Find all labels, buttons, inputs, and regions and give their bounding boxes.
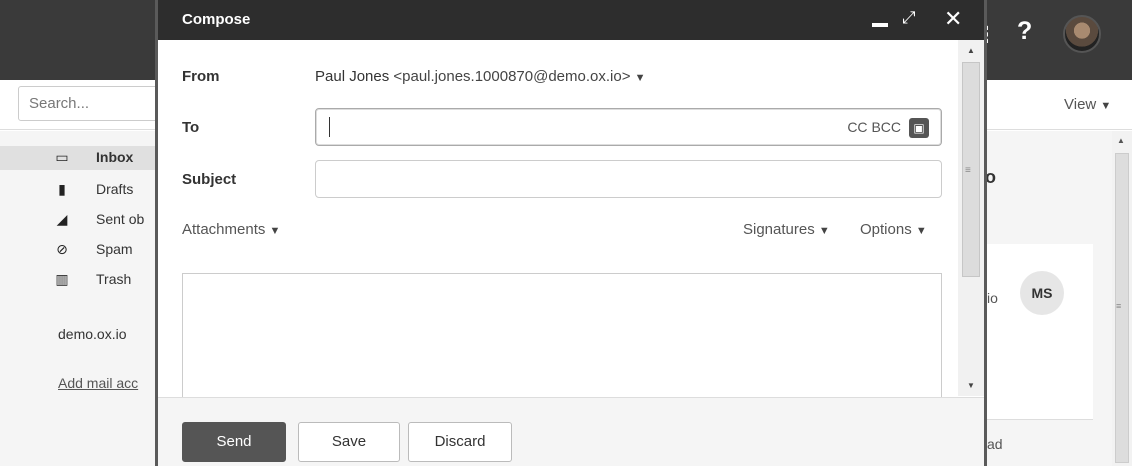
compose-window: Compose ⤢ ✕ From Paul Jones <paul.jones.… [155,0,987,466]
to-field[interactable]: CC BCC ▣ [315,108,942,146]
help-icon[interactable]: ? [1017,17,1032,46]
discard-button[interactable]: Discard [408,422,512,462]
to-label: To [182,119,200,136]
trash-icon: ▥ [55,271,69,287]
maximize-icon[interactable]: ⤢ [902,8,916,28]
sender-avatar: MS [1020,271,1064,315]
chevron-down-icon: ▼ [634,72,646,84]
from-name: Paul Jones [315,68,390,85]
compose-footer: Send Save Discard [158,397,984,466]
view-label: View [1064,96,1097,113]
send-button[interactable]: Send [182,422,286,462]
grip-icon: ≡ [1116,301,1122,311]
minimize-icon[interactable] [872,23,888,27]
from-label: From [182,68,220,85]
sidebar-item-label: Spam [96,241,133,257]
user-avatar[interactable] [1063,15,1101,53]
search-input[interactable]: Search... [18,86,163,121]
message-body-editor[interactable] [182,273,942,413]
sidebar-item-label: Inbox [96,149,134,165]
attachments-label: Attachments [182,221,266,238]
scroll-up-icon[interactable]: ▲ [1117,136,1125,145]
cc-button[interactable]: CC [847,119,867,135]
compose-title: Compose [182,11,251,28]
text-cursor [329,117,330,137]
compose-header: Compose ⤢ ✕ [158,0,984,40]
bcc-button[interactable]: BCC [871,119,901,135]
subject-field[interactable] [315,160,942,198]
signatures-label: Signatures [743,221,815,238]
attachments-dropdown[interactable]: Attachments ▼ [182,221,280,238]
sidebar-item-trash[interactable]: ▥ Trash [0,268,160,292]
message-text: ad [987,436,1003,452]
from-selector[interactable]: Paul Jones <paul.jones.1000870@demo.ox.i… [315,68,646,85]
sidebar-item-spam[interactable]: ⊘ Spam [0,238,160,262]
chevron-down-icon: ▼ [915,225,927,237]
options-label: Options [860,221,912,238]
sidebar-item-label: Trash [96,271,132,287]
chevron-down-icon: ▼ [269,225,281,237]
close-icon[interactable]: ✕ [944,6,962,32]
chevron-down-icon: ▼ [818,225,830,237]
save-button[interactable]: Save [298,422,400,462]
compose-scrollbar[interactable]: ▲ ≡ ▼ [958,40,984,396]
sidebar-item-sent[interactable]: ◢ Sent ob [0,208,160,232]
paper-plane-icon: ◢ [56,211,68,227]
address-book-icon[interactable]: ▣ [909,118,929,138]
chevron-down-icon: ▼ [1100,100,1112,112]
sender-text: io [987,290,998,306]
signatures-dropdown[interactable]: Signatures ▼ [743,221,830,238]
scroll-up-icon[interactable]: ▲ [967,46,975,55]
sidebar-item-inbox[interactable]: ▭ Inbox [0,146,160,170]
view-dropdown[interactable]: View ▼ [1064,96,1111,113]
from-email: <paul.jones.1000870@demo.ox.io> [393,68,631,85]
account-name[interactable]: demo.ox.io [58,326,126,342]
file-icon: ▮ [58,181,66,197]
sidebar-item-label: Drafts [96,181,134,197]
inbox-icon: ▭ [55,149,69,165]
sidebar-item-drafts[interactable]: ▮ Drafts [0,178,160,202]
scroll-down-icon[interactable]: ▼ [967,381,975,390]
subject-label: Subject [182,171,237,188]
ban-icon: ⊘ [56,241,68,257]
grip-icon: ≡ [965,165,971,176]
reading-pane-scrollbar[interactable]: ▲ ≡ [1112,131,1132,466]
sidebar-item-label: Sent ob [96,211,145,227]
add-mail-account-link[interactable]: Add mail acc [58,375,138,391]
options-dropdown[interactable]: Options ▼ [860,221,927,238]
